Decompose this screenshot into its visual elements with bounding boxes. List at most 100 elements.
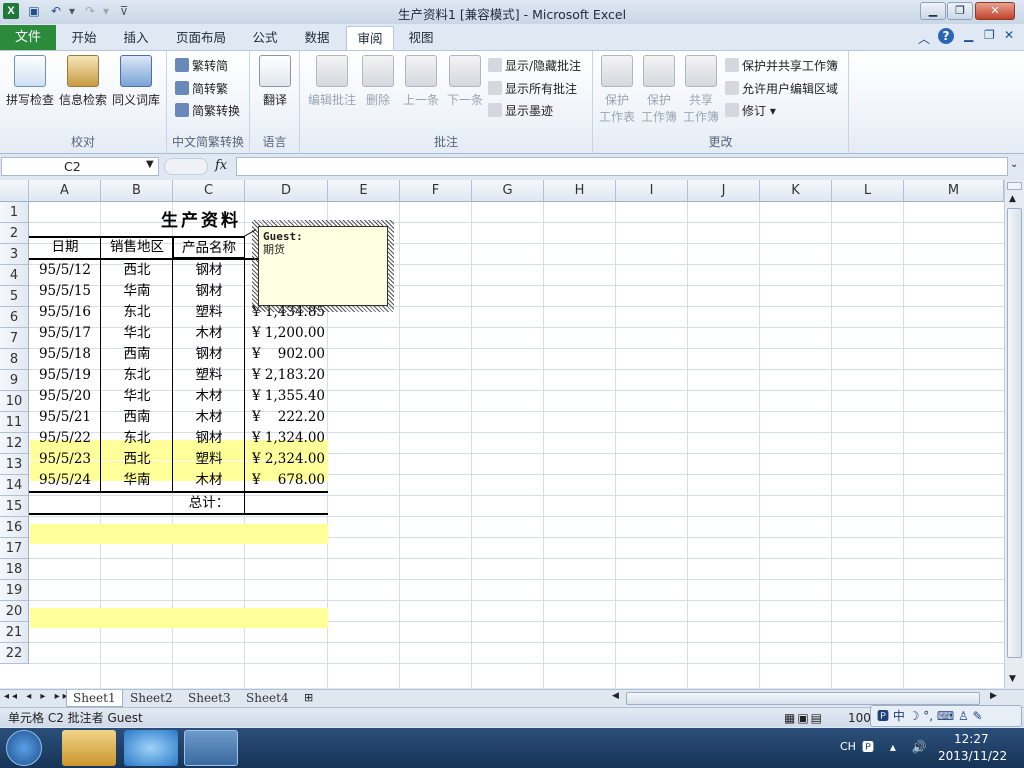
row-header-2[interactable]: 2 <box>0 223 29 244</box>
col-header-g[interactable]: G <box>472 180 544 202</box>
share-workbook-button[interactable]: 共享 工作簿 <box>681 55 721 125</box>
col-header-j[interactable]: J <box>688 180 760 202</box>
row-header-16[interactable]: 16 <box>0 517 29 538</box>
tab-view[interactable]: 视图 <box>398 26 444 50</box>
col-header-f[interactable]: F <box>400 180 472 202</box>
protect-workbook-button[interactable]: 保护 工作簿 <box>639 55 679 125</box>
help-icon[interactable]: ? <box>938 28 954 44</box>
minimize-button[interactable]: ▁ <box>920 2 946 20</box>
col-header-k[interactable]: K <box>760 180 832 202</box>
tab-formulas[interactable]: 公式 <box>242 26 288 50</box>
scroll-right-icon[interactable]: ▶ <box>990 691 997 701</box>
vertical-scroll-thumb[interactable] <box>1007 208 1022 658</box>
research-button[interactable]: 信息检索 <box>58 55 108 108</box>
tab-home[interactable]: 开始 <box>60 26 108 50</box>
simplified-to-traditional-button[interactable]: 简转繁 <box>175 80 228 97</box>
tab-review[interactable]: 审阅 <box>346 26 394 50</box>
next-comment-button[interactable]: 下一条 <box>444 55 486 108</box>
workbook-minimize-icon[interactable]: ▁ <box>964 28 973 42</box>
row-header-6[interactable]: 6 <box>0 307 29 328</box>
view-buttons[interactable]: ▦▣▤ <box>784 709 824 727</box>
row-header-20[interactable]: 20 <box>0 601 29 622</box>
traditional-to-simplified-button[interactable]: 繁转简 <box>175 57 228 74</box>
row-header-17[interactable]: 17 <box>0 538 29 559</box>
input-language[interactable]: CH <box>840 740 856 753</box>
collapse-ribbon-icon[interactable]: ︿ <box>918 30 930 47</box>
zoom-level[interactable]: 100 <box>848 709 871 727</box>
internet-explorer-icon[interactable] <box>124 730 178 766</box>
spell-check-button[interactable]: 拼写检查 <box>4 55 56 108</box>
insert-sheet-icon[interactable]: ⊞ <box>304 691 313 704</box>
sheet-tab-2[interactable]: Sheet2 <box>124 690 179 707</box>
row-header-19[interactable]: 19 <box>0 580 29 601</box>
row-header-13[interactable]: 13 <box>0 454 29 475</box>
row-header-14[interactable]: 14 <box>0 475 29 496</box>
scroll-left-icon[interactable]: ◀ <box>612 691 619 701</box>
col-header-e[interactable]: E <box>328 180 400 202</box>
col-header-l[interactable]: L <box>832 180 904 202</box>
scroll-up-icon[interactable]: ▲ <box>1009 194 1016 204</box>
row-header-1[interactable]: 1 <box>0 202 29 223</box>
row-header-4[interactable]: 4 <box>0 265 29 286</box>
tab-data[interactable]: 数据 <box>294 26 340 50</box>
sheet-tab-3[interactable]: Sheet3 <box>182 690 237 707</box>
row-header-8[interactable]: 8 <box>0 349 29 370</box>
insert-function-icon[interactable]: fx <box>215 158 227 173</box>
delete-comment-button[interactable]: 删除 <box>362 55 394 108</box>
select-all-corner[interactable] <box>0 180 29 202</box>
tab-insert[interactable]: 插入 <box>112 26 160 50</box>
row-header-3[interactable]: 3 <box>0 244 29 265</box>
file-explorer-icon[interactable] <box>62 730 116 766</box>
sheet-tab-4[interactable]: Sheet4 <box>240 690 295 707</box>
col-header-h[interactable]: H <box>544 180 616 202</box>
col-header-d[interactable]: D <box>245 180 328 202</box>
split-box[interactable] <box>1007 182 1022 190</box>
vertical-scrollbar[interactable]: ▲ ▼ <box>1004 180 1024 688</box>
col-header-a[interactable]: A <box>29 180 101 202</box>
start-button[interactable] <box>6 730 42 766</box>
row-header-5[interactable]: 5 <box>0 286 29 307</box>
worksheet-grid[interactable]: A B C D E F G H I J K L M 1 2 3 4 5 6 7 8 9 10 11 1… <box>0 180 1004 688</box>
horizontal-scroll-thumb[interactable] <box>626 692 980 705</box>
ime-toolbar[interactable]: 🅿 中 ☽ °, ⌨ ♙ ✎ <box>870 705 1022 727</box>
show-ink-button[interactable]: 显示墨迹 <box>488 102 553 119</box>
show-hide-comment-button[interactable]: 显示/隐藏批注 <box>488 57 581 74</box>
comment-box[interactable]: Guest: 期货 <box>258 226 388 306</box>
clock-date[interactable]: 2013/11/22 <box>938 749 1007 763</box>
formula-input[interactable] <box>236 157 1008 176</box>
col-header-c[interactable]: C <box>173 180 245 202</box>
row-header-9[interactable]: 9 <box>0 370 29 391</box>
protect-and-share-button[interactable]: 保护并共享工作簿 <box>725 57 838 74</box>
previous-comment-button[interactable]: 上一条 <box>400 55 442 108</box>
close-button[interactable]: ✕ <box>975 2 1015 20</box>
clock-time[interactable]: 12:27 <box>954 732 989 746</box>
row-header-18[interactable]: 18 <box>0 559 29 580</box>
sheet-nav-icons[interactable]: ◂◂ ◂ ▸ ▸▸ <box>4 691 71 702</box>
chinese-conversion-button[interactable]: 简繁转换 <box>175 102 240 119</box>
row-header-22[interactable]: 22 <box>0 643 29 664</box>
sheet-tab-1[interactable]: Sheet1 <box>66 690 123 707</box>
thesaurus-button[interactable]: 同义词库 <box>111 55 161 108</box>
workbook-restore-icon[interactable]: ❐ <box>984 28 995 42</box>
tab-page-layout[interactable]: 页面布局 <box>166 26 236 50</box>
name-box-dropdown-icon[interactable]: ▼ <box>146 159 154 170</box>
expand-formula-bar-icon[interactable]: ⌄ <box>1010 159 1018 170</box>
row-header-11[interactable]: 11 <box>0 412 29 433</box>
restore-button[interactable]: ❐ <box>947 2 973 20</box>
row-header-21[interactable]: 21 <box>0 622 29 643</box>
protect-sheet-button[interactable]: 保护 工作表 <box>597 55 637 125</box>
name-box[interactable]: C2 <box>1 157 159 176</box>
excel-taskbar-icon[interactable] <box>184 730 238 766</box>
workbook-close-icon[interactable]: ✕ <box>1004 28 1014 42</box>
col-header-b[interactable]: B <box>101 180 173 202</box>
row-header-15[interactable]: 15 <box>0 496 29 517</box>
scroll-down-icon[interactable]: ▼ <box>1009 674 1016 684</box>
row-header-10[interactable]: 10 <box>0 391 29 412</box>
tray-icons[interactable]: 🅿 ▴ 🔊 <box>862 738 933 755</box>
show-all-comments-button[interactable]: 显示所有批注 <box>488 80 577 97</box>
col-header-i[interactable]: I <box>616 180 688 202</box>
row-header-7[interactable]: 7 <box>0 328 29 349</box>
row-header-12[interactable]: 12 <box>0 433 29 454</box>
allow-edit-ranges-button[interactable]: 允许用户编辑区域 <box>725 80 838 97</box>
translate-button[interactable]: 翻译 <box>254 55 296 108</box>
